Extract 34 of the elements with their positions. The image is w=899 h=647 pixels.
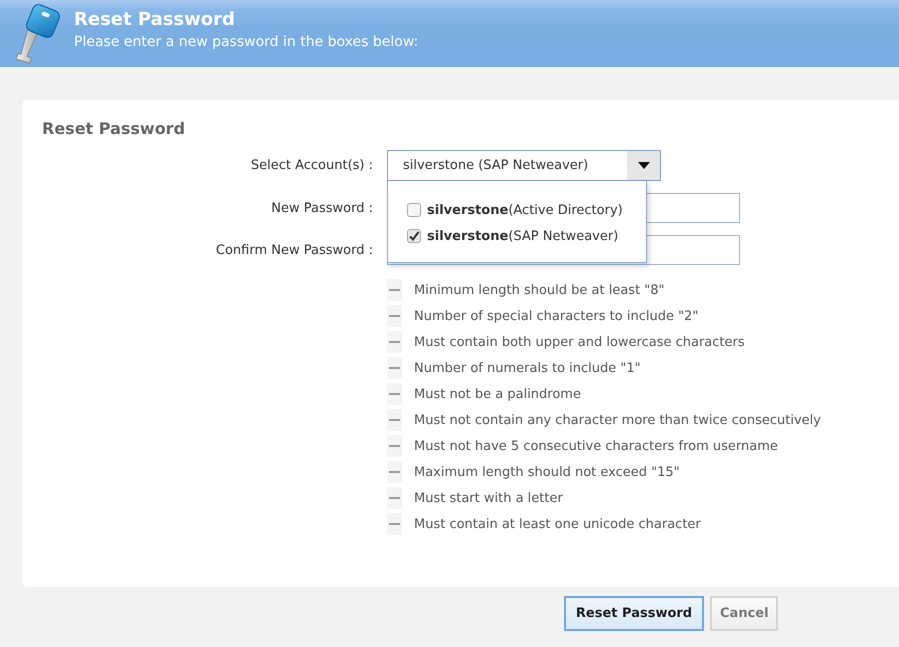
dash-icon (387, 513, 402, 535)
rule-text: Minimum length should be at least "8" (414, 282, 665, 298)
account-option[interactable]: silverstone(SAP Netweaver) (427, 228, 618, 244)
dash-icon (387, 305, 402, 327)
account-select[interactable]: silverstone (SAP Netweaver) (387, 150, 661, 181)
dash-icon (387, 435, 402, 457)
dash-icon (387, 331, 402, 353)
header-subtitle: Please enter a new password in the boxes below: (74, 33, 418, 52)
rule-text: Must contain both upper and lowercase characters (414, 334, 745, 350)
dash-icon (387, 487, 402, 509)
cancel-button[interactable]: Cancel (710, 596, 778, 631)
rule-text: Must start with a letter (414, 490, 563, 506)
field-label: New Password : (271, 200, 373, 216)
dash-icon (387, 409, 402, 431)
checkbox[interactable] (407, 229, 421, 243)
reset-password-button[interactable]: Reset Password (564, 596, 704, 631)
rule-text: Must not contain any character more than twice consecutively (414, 412, 821, 428)
form-title: Reset Password (42, 118, 186, 140)
rule-text: Must contain at least one unicode character (414, 516, 701, 532)
rule-text: Must not have 5 consecutive characters from username (414, 438, 778, 454)
checkbox[interactable] (407, 203, 421, 217)
header-title: Reset Password (74, 9, 236, 31)
dash-icon (387, 357, 402, 379)
rule-text: Maximum length should not exceed "15" (414, 464, 680, 480)
account-option[interactable]: silverstone(Active Directory) (427, 202, 623, 218)
dash-icon (387, 279, 402, 301)
field-label: Select Account(s) : (250, 158, 373, 173)
field-label: Confirm New Password : (216, 242, 373, 258)
dash-icon (387, 461, 402, 483)
caret-icon (638, 162, 650, 169)
rule-text: Number of special characters to include "2" (414, 308, 698, 324)
rule-text: Number of numerals to include "1" (414, 360, 641, 376)
dash-icon (387, 383, 402, 405)
rule-text: Must not be a palindrome (414, 386, 581, 402)
